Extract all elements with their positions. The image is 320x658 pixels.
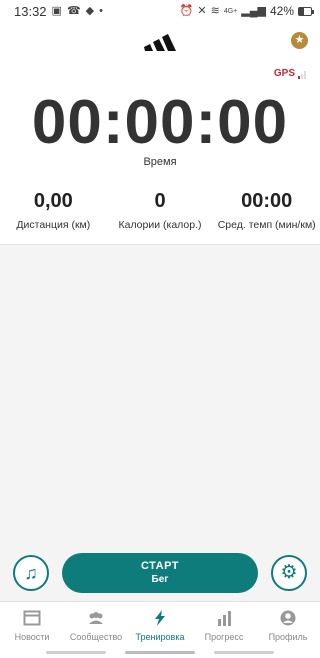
battery-fill (299, 7, 305, 15)
mute-icon: ✕ (197, 4, 207, 17)
settings-button[interactable]: ⚙ (271, 555, 307, 591)
community-icon (89, 612, 103, 624)
app-header: ★ (0, 22, 320, 62)
stat-pace[interactable]: 00:00 Сред. темп (мин/км) (213, 188, 320, 231)
photo-icon: ▣ (51, 4, 62, 17)
battery-icon (298, 6, 314, 16)
profile-icon (280, 610, 296, 626)
gps-indicator: GPS (274, 68, 306, 79)
nav-label: Профиль (268, 632, 308, 642)
stat-label: Дистанция (км) (16, 219, 91, 231)
nav-label: Прогресс (204, 632, 244, 642)
stat-value: 0 (154, 190, 166, 212)
stat-value: 0,00 (33, 190, 73, 212)
system-nav-back[interactable] (214, 651, 274, 654)
status-time: 13:32 (14, 3, 47, 19)
timer-label: Время (143, 156, 177, 168)
system-nav-recent[interactable] (46, 651, 106, 654)
system-nav-bar (0, 651, 320, 654)
bar-chart-icon (218, 611, 231, 626)
start-button-label: СТАРТ (140, 560, 180, 572)
music-button[interactable]: ♫ (13, 555, 49, 591)
missed-call-icon: ☎ (66, 4, 81, 17)
gear-icon: ⚙ (280, 562, 298, 583)
start-button[interactable]: СТАРТ Бег (62, 553, 258, 593)
nav-label: Сообщество (69, 632, 123, 642)
lightning-icon (155, 610, 165, 626)
stat-label: Калории (калор.) (118, 219, 202, 231)
signal-icon: ▂▄▆ (241, 4, 266, 17)
alarm-icon: ⏰ (179, 4, 194, 17)
adidas-logo (144, 34, 176, 51)
newsfeed-icon (23, 610, 41, 626)
nav-label: Новости (14, 632, 50, 642)
star-icon[interactable]: ★ (291, 32, 308, 49)
stats-row: 0,00 Дистанция (км) 0 Калории (калор.) 0… (0, 188, 320, 231)
system-nav-home[interactable] (125, 651, 195, 654)
gps-bar (304, 71, 306, 79)
nav-item-profile[interactable]: Профиль (256, 602, 320, 647)
music-note-icon: ♫ (24, 563, 38, 583)
stat-label: Сред. темп (мин/км) (217, 219, 316, 231)
network-type: 4G+ (223, 7, 238, 15)
wifi-icon: ≋ (210, 4, 220, 17)
nav-item-news[interactable]: Новости (0, 602, 64, 647)
nav-item-progress[interactable]: Прогресс (192, 602, 256, 647)
sport-type-label: Бег (151, 574, 169, 585)
battery-percent: 42% (269, 4, 294, 18)
workout-timer: 00:00:00 (31, 88, 289, 157)
bottom-nav: Новости Сообщество Тренировка Прогресс П… (0, 601, 320, 647)
status-left: 13:32 ▣ ☎ ◆ • (14, 4, 103, 19)
nav-item-community[interactable]: Сообщество (64, 602, 128, 647)
gps-bar (298, 76, 300, 79)
nav-item-training[interactable]: Тренировка (128, 602, 192, 647)
status-right: ⏰ ✕ ≋ 4G+ ▂▄▆ 42% (179, 4, 314, 18)
nav-label: Тренировка (135, 632, 185, 642)
stat-calories[interactable]: 0 Калории (калор.) (107, 188, 214, 231)
gps-label: GPS (273, 68, 295, 79)
status-bar: 13:32 ▣ ☎ ◆ • ⏰ ✕ ≋ 4G+ ▂▄▆ 42% (0, 0, 320, 22)
gps-signal-icon (298, 71, 306, 79)
stat-value: 00:00 (241, 190, 293, 212)
content-area (0, 244, 320, 601)
gps-bar (301, 74, 303, 79)
puzzle-icon: ◆ (85, 4, 95, 17)
stat-distance[interactable]: 0,00 Дистанция (км) (0, 188, 107, 231)
dot-icon: • (99, 4, 103, 17)
